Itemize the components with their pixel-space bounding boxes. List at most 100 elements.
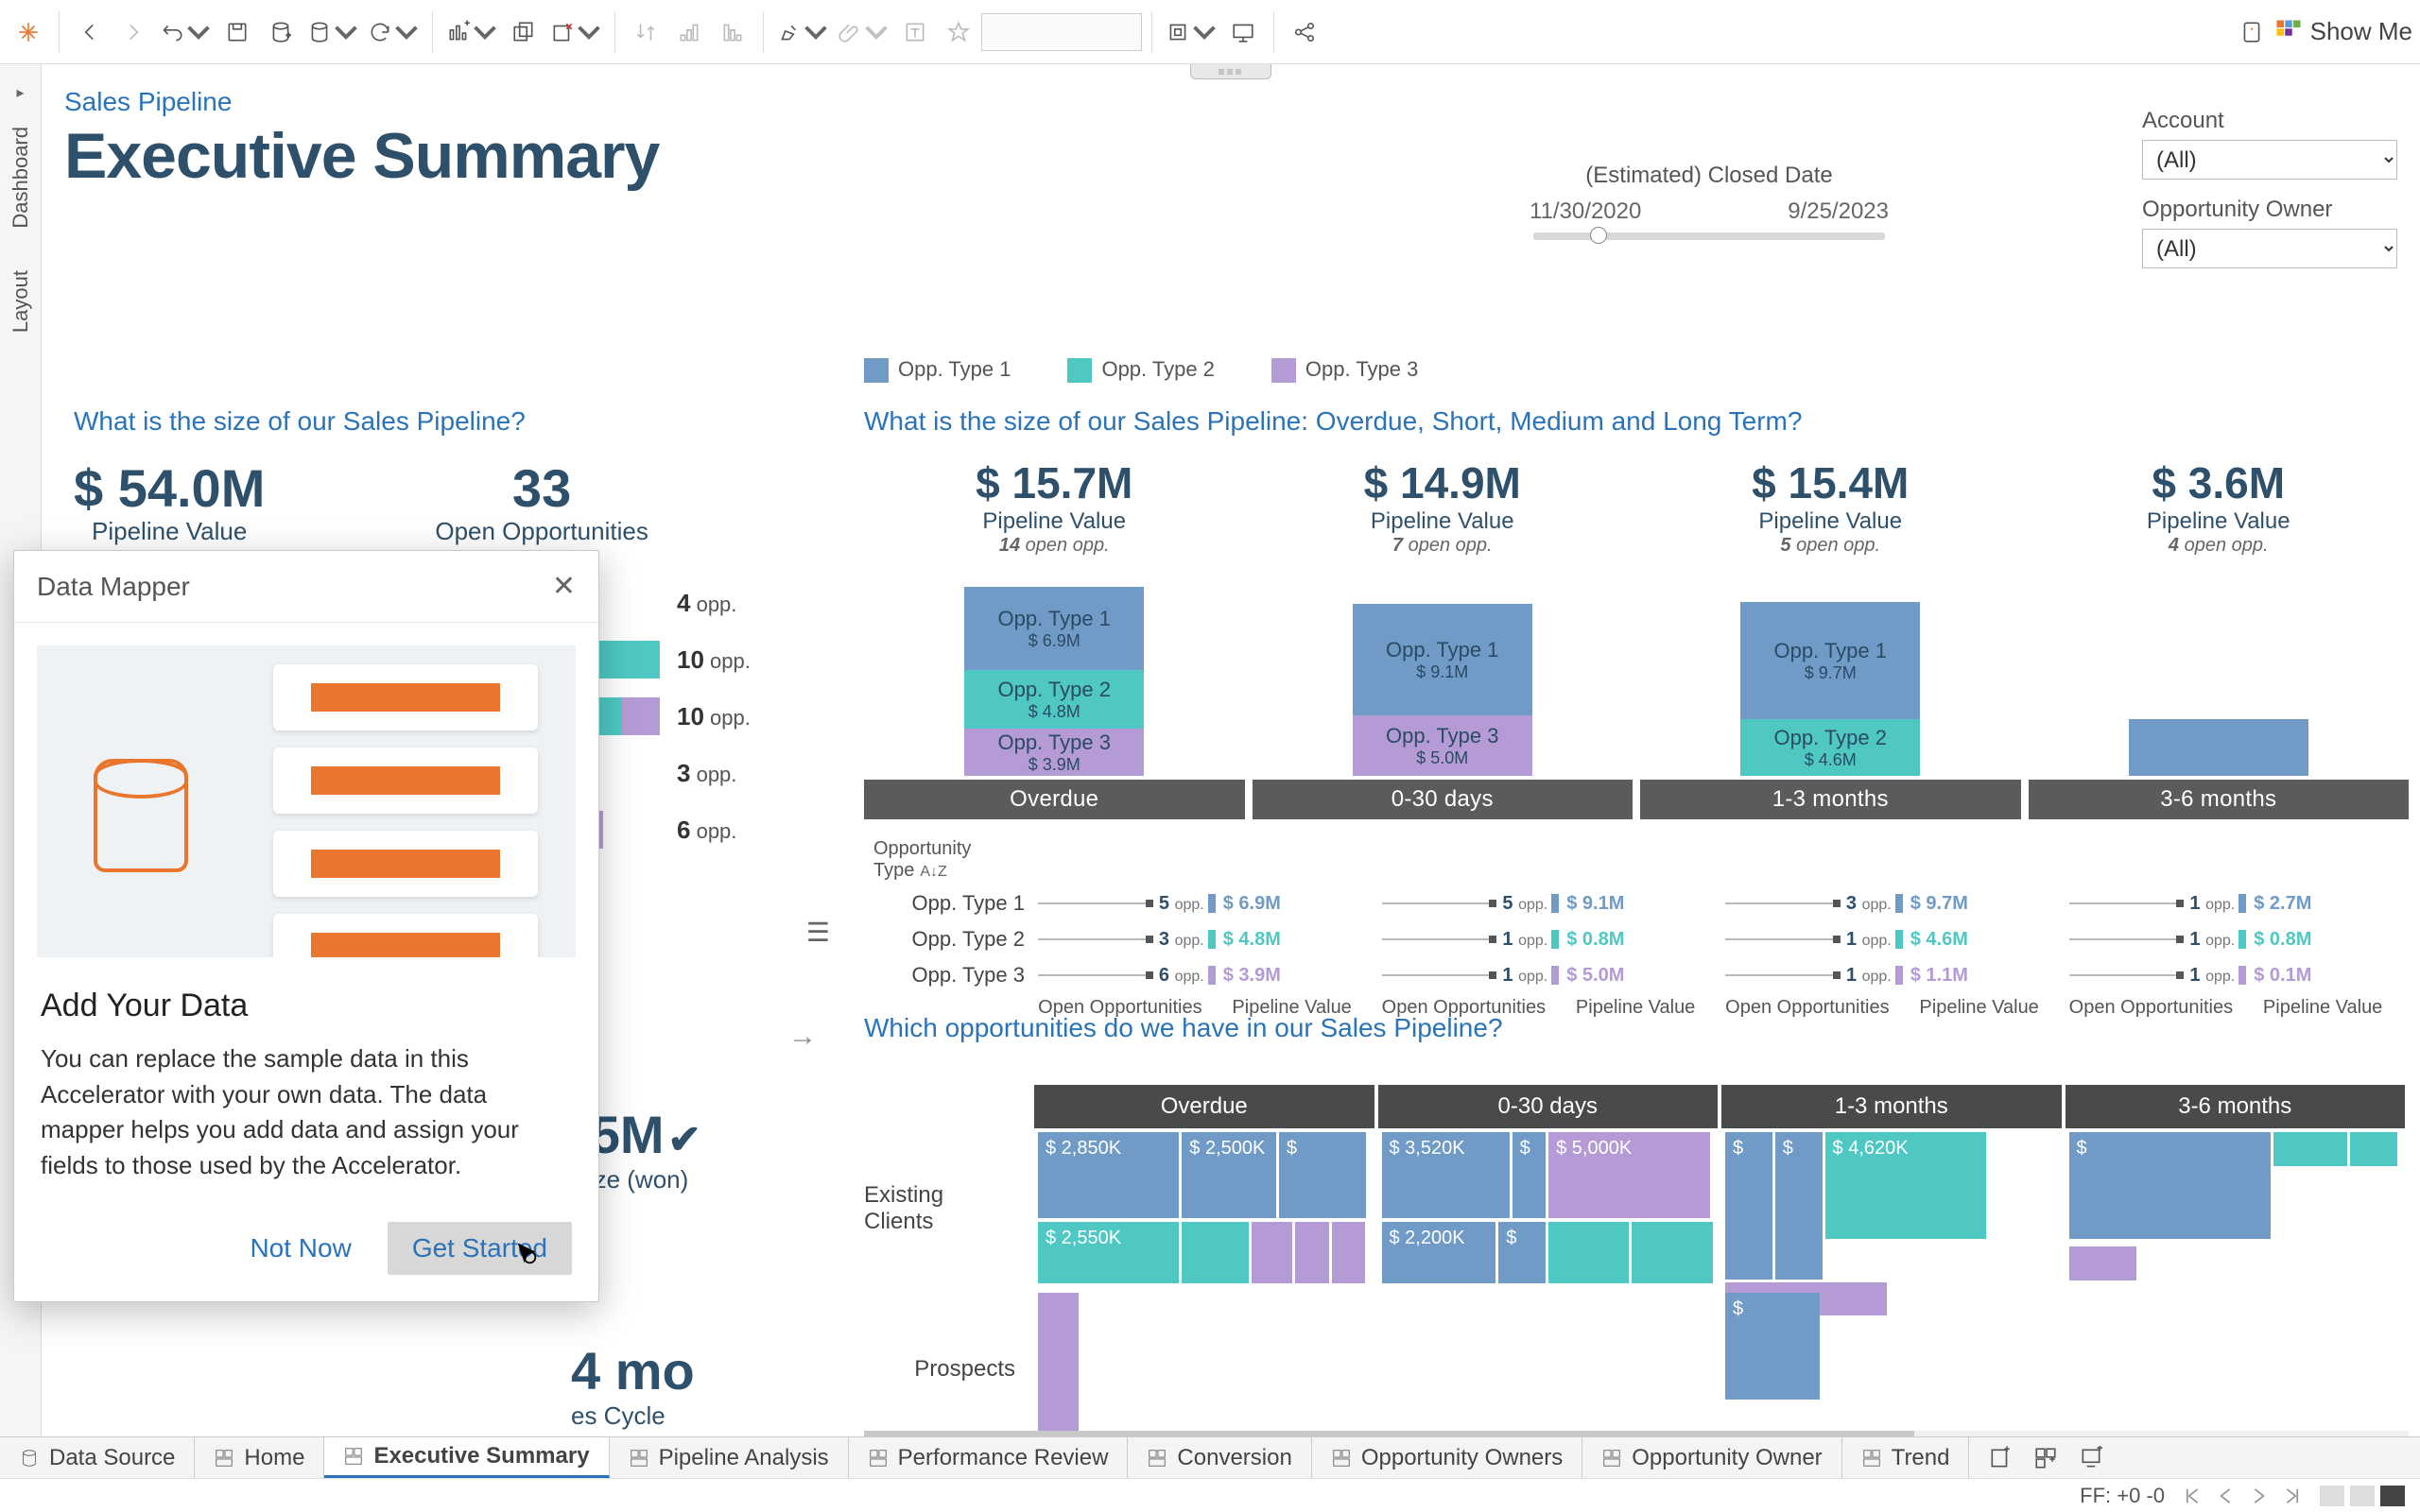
data-source-tab[interactable]: Data Source — [0, 1437, 195, 1478]
treemap-row-label: Existing Clients — [864, 1128, 1034, 1289]
data-mapper-illustration — [37, 645, 576, 957]
share-button[interactable] — [1284, 11, 1325, 53]
kpi-open-opps-label: Open Opportunities — [435, 517, 648, 546]
close-icon[interactable]: ✕ — [552, 570, 576, 603]
date-slider[interactable] — [1533, 232, 1885, 240]
treemap-tile[interactable]: $ 2,850K — [1038, 1132, 1179, 1218]
sheet-tab[interactable]: Executive Summary — [324, 1437, 609, 1478]
sheet-tab[interactable]: Trend — [1842, 1437, 1970, 1478]
sheet-tab[interactable]: Conversion — [1128, 1437, 1311, 1478]
sheet-tab[interactable]: Opportunity Owner — [1582, 1437, 1841, 1478]
treemap-tile[interactable] — [1182, 1222, 1249, 1283]
treemap-panel: Which opportunities do we have in our Sa… — [864, 1013, 2409, 1444]
sort-desc-button[interactable] — [712, 11, 753, 53]
treemap-tile[interactable] — [2069, 1246, 2136, 1280]
text-button[interactable] — [894, 11, 936, 53]
fit-dropdown[interactable] — [1162, 11, 1220, 53]
treemap-tile[interactable]: $ 4,620K — [1825, 1132, 1987, 1239]
get-started-button[interactable]: Get Started — [388, 1222, 572, 1275]
show-me-button[interactable]: Show Me — [2274, 17, 2412, 46]
treemap-col-header: 0-30 days — [1378, 1085, 1719, 1128]
forward-button[interactable] — [112, 11, 154, 53]
tab-pager[interactable] — [2186, 1487, 2299, 1504]
view-list-icon[interactable] — [2350, 1486, 2375, 1506]
duplicate-button[interactable] — [503, 11, 544, 53]
sheet-tab[interactable]: Pipeline Analysis — [610, 1437, 849, 1478]
card-icon — [273, 831, 538, 897]
breadcrumb[interactable]: Sales Pipeline — [64, 87, 2409, 117]
drag-handle-icon[interactable]: ≡≡≡ — [1190, 64, 1271, 79]
top-toolbar: Show Me — [0, 0, 2420, 64]
treemap-tile[interactable] — [1038, 1293, 1079, 1431]
term-column: $ 15.7MPipeline Value14 open opp.Opp. Ty… — [864, 457, 1245, 819]
treemap-tile[interactable]: $ — [1498, 1222, 1546, 1283]
arrow-right-icon[interactable]: → — [788, 1021, 817, 1053]
toolbar-search-input[interactable] — [981, 13, 1142, 51]
guide-button[interactable] — [2231, 11, 2273, 53]
data-mapper-title: Data Mapper — [37, 572, 190, 602]
data-mapper-heading: Add Your Data — [41, 988, 572, 1024]
treemap-tile[interactable] — [2350, 1132, 2397, 1166]
treemap-tile[interactable]: $ — [1725, 1293, 1820, 1400]
hamburger-icon[interactable]: ☰ — [806, 917, 830, 948]
swap-button[interactable] — [625, 11, 666, 53]
legend-swatch-3 — [1271, 358, 1296, 383]
kpi-open-opps: 33 — [435, 457, 648, 519]
treemap-tile[interactable]: $ — [1775, 1132, 1823, 1280]
undo-dropdown[interactable] — [156, 11, 215, 53]
treemap-tile[interactable]: $ — [1725, 1132, 1772, 1280]
treemap-tile[interactable] — [1332, 1222, 1366, 1283]
tableau-logo[interactable] — [8, 11, 49, 53]
expand-side-icon[interactable]: ▸ — [11, 83, 30, 102]
treemap-tile[interactable]: $ 2,200K — [1382, 1222, 1496, 1283]
highlight-button[interactable] — [773, 11, 832, 53]
treemap-tile[interactable] — [1252, 1222, 1292, 1283]
new-datasource-button[interactable] — [260, 11, 302, 53]
attach-button[interactable] — [834, 11, 892, 53]
slider-thumb-icon[interactable] — [1590, 227, 1607, 244]
treemap-tile[interactable]: $ — [1279, 1132, 1366, 1218]
treemap-tile[interactable]: $ 2,550K — [1038, 1222, 1179, 1283]
card-icon — [273, 664, 538, 730]
term-column: $ 14.9MPipeline Value7 open opp.Opp. Typ… — [1253, 457, 1634, 819]
clear-button[interactable] — [546, 11, 605, 53]
new-worksheet-button[interactable] — [442, 11, 501, 53]
back-button[interactable] — [69, 11, 111, 53]
refresh-dropdown[interactable] — [364, 11, 423, 53]
new-story-icon[interactable] — [2075, 1442, 2107, 1474]
view-grid-icon[interactable] — [2320, 1486, 2344, 1506]
term-column: $ 3.6MPipeline Value4 open opp.3-6 month… — [2029, 457, 2410, 819]
cycle-kpi-value: 4 mo — [571, 1340, 695, 1401]
sort-asc-button[interactable] — [668, 11, 710, 53]
treemap-row-label: Prospects — [864, 1289, 1034, 1444]
treemap-tile[interactable] — [1548, 1222, 1629, 1283]
account-select[interactable]: (All) — [2142, 140, 2397, 180]
new-dashboard-icon[interactable] — [2030, 1442, 2062, 1474]
owner-select[interactable]: (All) — [2142, 229, 2397, 268]
sheet-tab[interactable]: Performance Review — [849, 1437, 1129, 1478]
sidebar-tab-dashboard[interactable]: Dashboard — [9, 106, 33, 249]
treemap-tile[interactable]: $ 2,500K — [1182, 1132, 1276, 1218]
sheet-tab[interactable]: Opportunity Owners — [1312, 1437, 1582, 1478]
legend-swatch-1 — [864, 358, 889, 383]
term-chart-panel: What is the size of our Sales Pipeline: … — [864, 406, 2409, 1019]
status-ff: FF: +0 -0 — [2080, 1484, 2165, 1508]
treemap-tile[interactable] — [1632, 1222, 1712, 1283]
presentation-button[interactable] — [1222, 11, 1264, 53]
star-button[interactable] — [938, 11, 979, 53]
view-filmstrip-icon[interactable] — [2380, 1486, 2405, 1506]
datasource-dropdown[interactable] — [303, 11, 362, 53]
term-section-title: What is the size of our Sales Pipeline: … — [864, 406, 2409, 437]
treemap-tile[interactable]: $ 5,000K — [1548, 1132, 1710, 1218]
treemap-tile[interactable] — [1295, 1222, 1329, 1283]
worksheet-tabs: Data Source HomeExecutive SummaryPipelin… — [0, 1436, 2420, 1478]
save-button[interactable] — [216, 11, 258, 53]
treemap-tile[interactable]: $ 3,520K — [1382, 1132, 1510, 1218]
sidebar-tab-layout[interactable]: Layout — [9, 249, 33, 353]
sheet-tab[interactable]: Home — [195, 1437, 324, 1478]
treemap-tile[interactable]: $ — [1512, 1132, 1547, 1218]
new-sheet-icon[interactable] — [1984, 1442, 2016, 1474]
treemap-tile[interactable]: $ — [2069, 1132, 2271, 1239]
not-now-button[interactable]: Not Now — [233, 1222, 368, 1275]
treemap-tile[interactable] — [2273, 1132, 2347, 1166]
